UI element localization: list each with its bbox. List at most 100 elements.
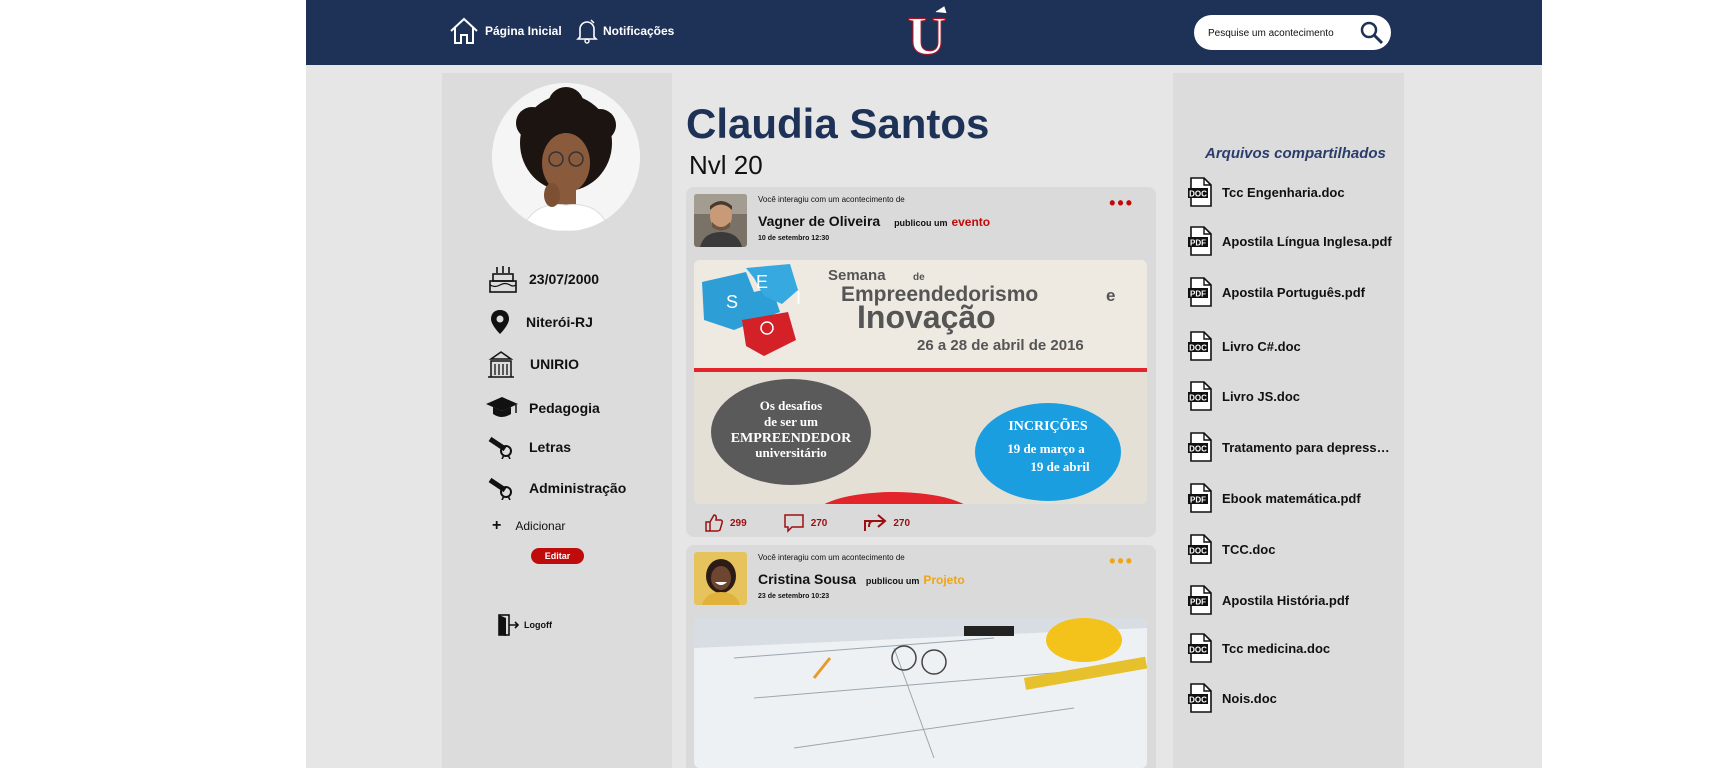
post-actions: 299 270 270 xyxy=(704,513,946,533)
nav-home-label: Página Inicial xyxy=(485,24,562,38)
puzzle-letter-i: I xyxy=(796,288,801,308)
share-icon xyxy=(864,514,887,531)
share-button[interactable]: 270 xyxy=(863,513,910,533)
shared-file-item[interactable]: DOC Livro JS.doc xyxy=(1187,381,1300,411)
location-text: Niterói-RJ xyxy=(526,314,593,330)
profile-avatar[interactable] xyxy=(492,83,640,231)
university-building-icon xyxy=(488,351,514,378)
svg-text:PDF: PDF xyxy=(1190,290,1206,299)
post-author-name[interactable]: Vagner de Oliveira xyxy=(758,213,880,229)
shared-file-item[interactable]: DOC Nois.doc xyxy=(1187,683,1277,713)
svg-text:PDF: PDF xyxy=(1190,598,1206,607)
shared-file-name: Livro C#.doc xyxy=(1222,338,1301,354)
author-avatar[interactable] xyxy=(694,552,747,605)
shared-file-item[interactable]: DOC Tratamento para depressã... xyxy=(1187,432,1392,462)
post-author-name[interactable]: Cristina Sousa xyxy=(758,571,856,587)
site-logo[interactable]: U xyxy=(904,4,950,66)
shared-file-name: Tratamento para depressã... xyxy=(1222,439,1392,455)
circle-right-2: 19 de março a xyxy=(1007,441,1085,456)
svg-text:DOC: DOC xyxy=(1189,547,1207,556)
search-icon[interactable] xyxy=(1360,21,1384,45)
search-input[interactable] xyxy=(1208,23,1353,43)
profile-level: Nvl 20 xyxy=(689,150,763,180)
shared-file-name: Apostila Língua Inglesa.pdf xyxy=(1222,233,1392,249)
post-author-line: Vagner de Oliveira publicou um evento xyxy=(758,213,990,229)
banner-line1: Semana xyxy=(828,267,886,284)
comment-button[interactable]: 270 xyxy=(783,513,827,533)
puzzle-letter-e: E xyxy=(756,272,768,292)
post-author-line: Cristina Sousa publicou um Projeto xyxy=(758,571,965,587)
shared-file-item[interactable]: PDF Ebook matemática.pdf xyxy=(1187,483,1361,513)
post-date: 10 de setembro 12:30 xyxy=(758,235,830,242)
location-row: Niterói-RJ xyxy=(490,309,593,335)
like-button[interactable]: 299 xyxy=(704,513,747,533)
edit-profile-button[interactable]: Editar xyxy=(531,548,584,564)
doc-file-icon: DOC xyxy=(1188,683,1212,713)
interaction-note: Você interagiu com um acontecimento de xyxy=(758,553,905,562)
add-interest-button[interactable]: + Adicionar xyxy=(492,517,565,535)
shared-files-title: Arquivos compartilhados xyxy=(1205,145,1386,162)
comment-icon xyxy=(783,514,804,533)
shared-file-item[interactable]: PDF Apostila Português.pdf xyxy=(1187,277,1365,307)
birthday-cake-icon xyxy=(489,266,517,293)
banner-line2b: e xyxy=(1106,286,1115,305)
shared-file-name: TCC.doc xyxy=(1222,541,1276,557)
doc-file-icon: DOC xyxy=(1188,381,1212,411)
feed-post: Você interagiu com um acontecimento de C… xyxy=(686,545,1156,768)
author-avatar[interactable] xyxy=(694,194,747,247)
bell-icon xyxy=(576,19,598,44)
circle-left-3: EMPREENDEDOR xyxy=(731,431,852,446)
circle-left-1: Os desafios xyxy=(760,398,822,413)
post-type[interactable]: evento xyxy=(951,215,990,229)
doc-file-icon: DOC xyxy=(1188,177,1212,207)
doc-file-icon: DOC xyxy=(1188,331,1212,361)
nav-home[interactable]: Página Inicial xyxy=(448,15,562,47)
more-options-icon[interactable]: ••• xyxy=(1109,193,1134,214)
svg-text:PDF: PDF xyxy=(1190,496,1206,505)
pdf-file-icon: PDF xyxy=(1188,585,1212,615)
doc-file-icon: DOC xyxy=(1188,534,1212,564)
shared-file-item[interactable]: DOC Tcc medicina.doc xyxy=(1187,633,1330,663)
event-banner-image[interactable]: S E I Semana de Empreendedorismo e Inova… xyxy=(694,260,1147,504)
logoff-label: Logoff xyxy=(524,620,552,630)
logoff-button[interactable]: Logoff xyxy=(497,613,552,637)
university-row: UNIRIO xyxy=(486,349,579,379)
shared-file-item[interactable]: PDF Apostila Língua Inglesa.pdf xyxy=(1187,226,1392,256)
shared-file-item[interactable]: PDF Apostila História.pdf xyxy=(1187,585,1349,615)
pdf-file-icon: PDF xyxy=(1188,483,1212,513)
nav-notifications[interactable]: Notificações xyxy=(576,15,674,47)
circle-right-3: 19 de abril xyxy=(1030,459,1090,474)
more-options-icon[interactable]: ••• xyxy=(1109,551,1134,572)
post-date: 23 de setembro 10:23 xyxy=(758,593,830,600)
svg-text:DOC: DOC xyxy=(1189,445,1207,454)
puzzle-letter-s: S xyxy=(726,292,738,312)
like-count: 299 xyxy=(730,517,747,529)
birthdate-row: 23/07/2000 xyxy=(487,263,599,295)
location-pin-icon xyxy=(491,310,509,334)
post-type[interactable]: Projeto xyxy=(923,573,964,587)
shared-file-name: Tcc medicina.doc xyxy=(1222,640,1331,656)
home-icon xyxy=(450,17,478,44)
app-window: Página Inicial Notificações U Pesquise u… xyxy=(306,0,1542,768)
diploma-icon xyxy=(488,477,512,500)
course-row: Pedagogia xyxy=(485,395,600,421)
shared-file-item[interactable]: DOC Tcc Engenharia.doc xyxy=(1187,177,1345,207)
profile-name: Claudia Santos xyxy=(686,100,990,147)
circle-right-1: INCRIÇÕES xyxy=(1008,416,1088,434)
project-image[interactable] xyxy=(694,618,1147,768)
university-text: UNIRIO xyxy=(530,356,579,372)
svg-text:DOC: DOC xyxy=(1189,190,1207,199)
thumbs-up-icon xyxy=(705,514,724,532)
circle-left-2: de ser um xyxy=(764,414,818,429)
circle-left-4: universitário xyxy=(755,445,827,460)
svg-text:DOC: DOC xyxy=(1189,394,1207,403)
feed-post: Você interagiu com um acontecimento de V… xyxy=(686,187,1156,537)
diploma-icon xyxy=(488,436,512,459)
published-prefix: publicou um xyxy=(894,218,948,228)
published-prefix: publicou um xyxy=(865,576,920,586)
shared-file-item[interactable]: DOC TCC.doc xyxy=(1187,534,1275,564)
shared-file-item[interactable]: DOC Livro C#.doc xyxy=(1187,331,1301,361)
share-count: 270 xyxy=(893,517,911,529)
nav-notifications-label: Notificações xyxy=(603,24,675,38)
shared-file-name: Ebook matemática.pdf xyxy=(1222,490,1361,506)
